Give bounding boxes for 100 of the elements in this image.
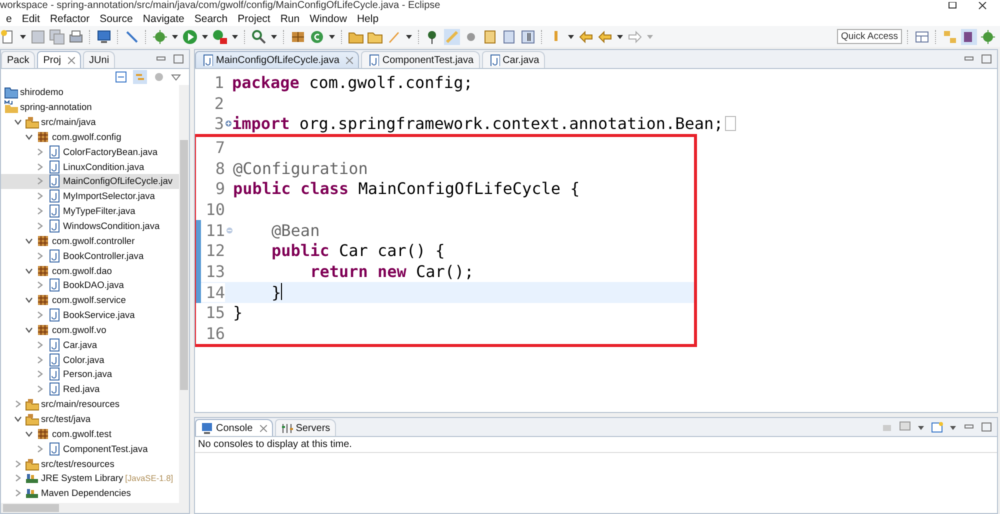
tree-item[interactable]: com.gwolf.config — [1, 130, 179, 144]
menu-item[interactable]: Help — [352, 13, 384, 25]
chevron-right-icon[interactable] — [35, 280, 45, 290]
new-console-icon[interactable] — [931, 421, 943, 433]
chevron-right-icon[interactable] — [35, 221, 45, 232]
chevron-right-icon[interactable] — [35, 146, 45, 157]
close-icon[interactable] — [260, 424, 267, 432]
tree-item[interactable]: src/main/resources — [1, 396, 179, 412]
tree-item[interactable]: Red.java — [1, 382, 179, 397]
chevron-right-icon[interactable] — [13, 473, 23, 484]
maximize-icon[interactable] — [173, 54, 185, 64]
menu-item[interactable]: Run — [275, 13, 305, 25]
chevron-right-icon[interactable] — [35, 206, 45, 216]
folded-code-marker[interactable] — [725, 116, 736, 132]
perspective-icon[interactable] — [914, 28, 930, 44]
tree-item[interactable]: com.gwolf.controller — [1, 233, 179, 248]
tree-item[interactable]: src/main/java — [1, 114, 179, 130]
chevron-right-icon[interactable] — [35, 340, 45, 350]
tree-item[interactable]: com.gwolf.vo — [1, 322, 179, 338]
monitor-icon[interactable] — [96, 28, 112, 44]
document-icon[interactable] — [482, 28, 498, 44]
chevron-right-icon[interactable] — [35, 444, 45, 454]
tree-item[interactable]: ColorFactoryBean.java — [1, 144, 179, 160]
run-stop-icon[interactable] — [212, 28, 228, 44]
close-icon[interactable] — [68, 56, 76, 64]
run-icon[interactable] — [182, 28, 198, 44]
tree-item[interactable]: com.gwolf.test — [1, 426, 179, 442]
tree-item[interactable]: Color.java — [1, 352, 179, 368]
view-tab[interactable]: Proj — [37, 51, 82, 68]
tree-item[interactable]: WindowsCondition.java — [1, 218, 179, 234]
tree-item[interactable]: Maven Dependencies — [1, 486, 179, 501]
java-file-icon — [47, 442, 61, 456]
chevron-right-icon[interactable] — [35, 176, 45, 186]
tree-item[interactable]: BookDAO.java — [1, 278, 179, 293]
tree-item[interactable]: com.gwolf.service — [1, 292, 179, 308]
menu-item[interactable]: Edit — [16, 13, 45, 25]
menu-item[interactable]: e — [1, 13, 17, 25]
chevron-right-icon[interactable] — [35, 250, 45, 261]
tree-item[interactable]: LinuxCondition.java — [1, 159, 179, 174]
tree-item[interactable]: shirodemo — [1, 85, 179, 100]
print-icon[interactable] — [68, 28, 84, 44]
save-all-icon[interactable] — [49, 28, 65, 44]
back-icon[interactable] — [578, 28, 594, 44]
expand-icon[interactable] — [224, 120, 232, 128]
code-line: } — [270, 282, 282, 302]
editor-tab[interactable]: Car.java — [482, 51, 546, 68]
chevron-down-icon[interactable] — [24, 295, 34, 306]
view-tab[interactable]: JUni — [83, 51, 116, 68]
maximize-icon[interactable] — [981, 54, 993, 64]
tree-item[interactable]: Person.java — [1, 367, 179, 382]
bug-icon[interactable] — [980, 28, 996, 44]
menu-item[interactable]: Source — [94, 13, 138, 25]
menu-item[interactable]: Window — [304, 13, 352, 25]
editor-tab[interactable]: ComponentTest.java — [361, 51, 480, 68]
class-icon[interactable] — [309, 28, 325, 44]
chevron-right-icon[interactable] — [13, 488, 23, 498]
tree-item[interactable]: BookController.java — [1, 248, 179, 264]
tree-item[interactable]: MainConfigOfLifeCycle.jav — [1, 174, 179, 189]
menu-item[interactable]: Project — [232, 13, 276, 25]
scrollbar[interactable] — [179, 85, 189, 503]
back-icon[interactable] — [597, 28, 613, 44]
tree-item[interactable]: src/test/java — [1, 412, 179, 426]
view-tab[interactable]: Console — [195, 419, 273, 436]
tree-item[interactable]: JRE System Library [JavaSE-1.8] — [1, 470, 179, 486]
collapse-all-icon[interactable] — [115, 71, 127, 83]
maximize-icon[interactable] — [981, 422, 993, 432]
chevron-right-icon[interactable] — [35, 310, 45, 320]
tree-item[interactable]: MyImportSelector.java — [1, 188, 179, 204]
chevron-right-icon[interactable] — [35, 384, 45, 394]
editor-tab[interactable]: MainConfigOfLifeCycle.java — [195, 51, 360, 68]
search-icon[interactable] — [251, 28, 267, 44]
chevron-right-icon[interactable] — [35, 354, 45, 365]
java-perspective-icon[interactable] — [961, 28, 977, 44]
tree-item[interactable]: spring-annotation — [1, 100, 179, 115]
tree-item[interactable]: BookService.java — [1, 308, 179, 322]
display-icon[interactable] — [899, 421, 911, 433]
chevron-right-icon[interactable] — [13, 399, 23, 410]
quick-access-field[interactable]: Quick Access — [836, 29, 902, 44]
close-icon[interactable] — [346, 56, 354, 64]
view-tab[interactable]: Servers — [274, 419, 336, 436]
view-tab[interactable]: Pack — [1, 51, 36, 68]
java-file-icon — [367, 54, 380, 66]
chevron-right-icon[interactable] — [35, 369, 45, 380]
menu-item[interactable]: Navigate — [138, 13, 190, 25]
tree-item[interactable]: Car.java — [1, 337, 179, 352]
tree-item[interactable]: ComponentTest.java — [1, 441, 179, 456]
view-menu-icon[interactable] — [171, 72, 181, 82]
chevron-right-icon[interactable] — [35, 191, 45, 202]
code-line: @Configuration — [233, 158, 368, 178]
tree-item[interactable]: MyTypeFilter.java — [1, 204, 179, 219]
tree-item[interactable]: com.gwolf.dao — [1, 263, 179, 278]
document-icon[interactable] — [501, 28, 517, 44]
chevron-down-icon[interactable] — [13, 117, 23, 128]
pilcrow-icon[interactable] — [520, 28, 536, 44]
menu-item[interactable]: Search — [189, 13, 233, 25]
menu-item[interactable]: Refactor — [44, 13, 95, 25]
tree-item[interactable]: src/test/resources — [1, 456, 179, 471]
chevron-right-icon[interactable] — [35, 162, 45, 172]
scrollbar[interactable] — [1, 503, 189, 513]
chevron-right-icon[interactable] — [13, 458, 23, 469]
